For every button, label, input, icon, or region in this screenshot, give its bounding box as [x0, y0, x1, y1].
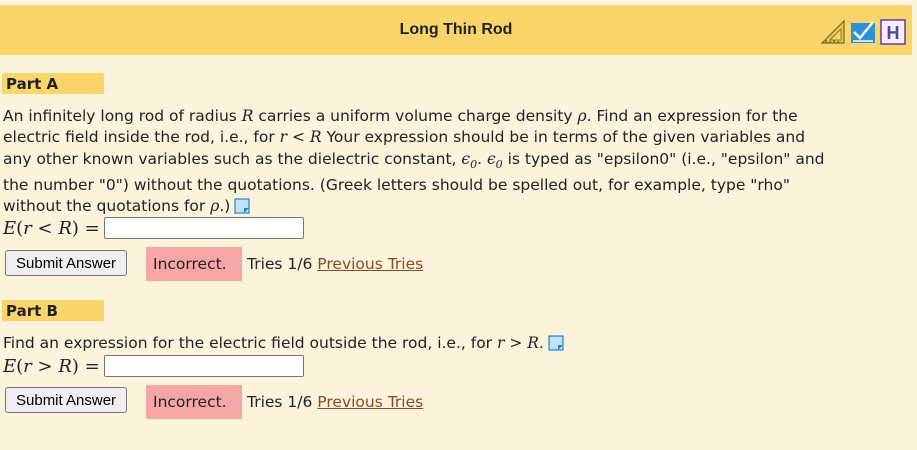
answer-input-b[interactable]: [103, 355, 304, 377]
text: electric field inside the rod, i.e., for: [3, 128, 280, 147]
title-bar: Long Thin Rod H: [0, 5, 912, 55]
math-op: >: [504, 334, 528, 352]
math-var: R: [527, 334, 539, 352]
part-b-header: Part B: [2, 300, 104, 321]
math-var: ρ: [210, 197, 220, 216]
hint-h-icon[interactable]: H: [880, 19, 906, 45]
page-title: Long Thin Rod: [399, 21, 513, 38]
answer-label: E(r < R) =: [3, 217, 100, 239]
text: .): [219, 197, 231, 216]
svg-text:H: H: [887, 23, 900, 43]
text: any other known variables such as the di…: [3, 149, 462, 168]
submit-answer-button-a[interactable]: Submit Answer: [5, 250, 128, 276]
math-var: ϵ: [486, 149, 496, 168]
text: Your expression should be in terms of th…: [321, 128, 806, 147]
previous-tries-link[interactable]: Previous Tries: [317, 393, 423, 411]
tries-count: Tries 1/6: [247, 393, 313, 411]
math-sub: 0: [495, 157, 503, 171]
note-icon[interactable]: [548, 335, 564, 357]
tries-row-a: Tries 1/6 Previous Tries: [247, 255, 423, 273]
incorrect-badge-a: Incorrect.: [146, 247, 242, 281]
text: .: [538, 334, 544, 352]
text: the number "0") without the quotations. …: [3, 175, 790, 194]
text: An infinitely long rod of radius: [3, 107, 242, 125]
text: Find an expression for the electric fiel…: [3, 334, 497, 352]
answer-input-a[interactable]: [103, 217, 304, 239]
math-op: <: [287, 128, 310, 147]
incorrect-badge-b: Incorrect.: [146, 385, 242, 419]
blue-check-icon[interactable]: [850, 19, 876, 45]
ruler-triangle-icon[interactable]: [820, 19, 846, 45]
submit-answer-button-b[interactable]: Submit Answer: [5, 387, 128, 413]
part-a-question: An infinitely long rod of radius R carri…: [3, 106, 908, 221]
text: .: [477, 149, 487, 168]
math-var: ρ: [577, 107, 587, 125]
title-icons: H: [820, 19, 906, 45]
part-a-header: Part A: [2, 73, 104, 94]
text: . Find an expression for the: [586, 107, 798, 125]
text: is typed as "epsilon0" (i.e., "epsilon" …: [502, 149, 825, 168]
previous-tries-link[interactable]: Previous Tries: [317, 255, 423, 273]
answer-label: E(r > R) =: [3, 355, 100, 377]
text: carries a uniform volume charge density: [253, 107, 578, 125]
part-b-answer-row: E(r > R) =: [3, 355, 304, 377]
text: without the quotations for: [3, 197, 211, 216]
math-var: R: [309, 128, 322, 147]
tries-row-b: Tries 1/6 Previous Tries: [247, 393, 423, 411]
math-var: ϵ: [461, 149, 471, 168]
part-a-answer-row: E(r < R) =: [3, 217, 304, 239]
tries-count: Tries 1/6: [247, 255, 313, 273]
math-var: R: [241, 107, 254, 125]
part-b-question: Find an expression for the electric fiel…: [3, 333, 908, 357]
math-var: r: [279, 128, 288, 147]
